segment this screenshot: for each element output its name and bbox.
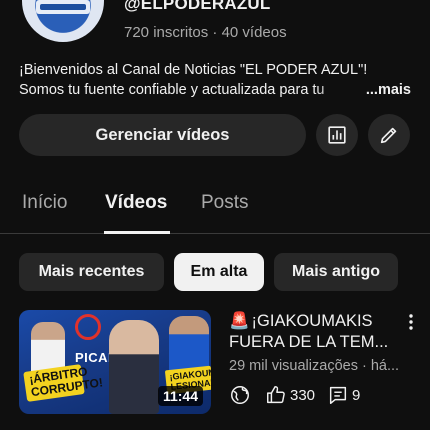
channel-handle: @ELPODERAZUL	[124, 0, 271, 13]
thumbnail-left-caption: ¡ÁRBITRO CORRUPTO!	[23, 364, 104, 402]
channel-stats: 720 inscritos · 40 vídeos	[124, 24, 287, 41]
comments: 9	[327, 384, 360, 406]
video-title-line-2: FUERA DE LA TEM...	[229, 333, 389, 351]
comment-count: 9	[352, 386, 361, 404]
chip-mais-antigo[interactable]: Mais antigo	[274, 253, 398, 291]
tab-videos[interactable]: Vídeos	[105, 192, 167, 214]
video-title-line-1: ¡GIAKOUMAKIS	[251, 312, 373, 330]
analytics-icon	[328, 126, 346, 144]
description-line-2: Somos tu fuente confiable y actualizada …	[19, 82, 325, 98]
channel-tabs: Início Vídeos Posts	[0, 178, 430, 234]
description-more-link[interactable]: ...mais	[366, 80, 411, 100]
analytics-button[interactable]	[316, 114, 358, 156]
video-thumbnail[interactable]: PICANTE ¡ÁRBITRO CORRUPTO! ¡GIAKOUMAKIS …	[19, 310, 211, 414]
tab-posts[interactable]: Posts	[201, 192, 249, 214]
comment-icon	[329, 386, 347, 404]
thumbnail-person-center	[109, 320, 159, 414]
subscriber-count: 720 inscritos	[124, 24, 209, 41]
video-stats: 330 9	[229, 383, 360, 407]
chip-mais-recentes[interactable]: Mais recentes	[19, 253, 164, 291]
video-menu-button[interactable]	[403, 312, 419, 332]
chip-em-alta[interactable]: Em alta	[174, 253, 264, 291]
edit-channel-button[interactable]	[368, 114, 410, 156]
description-line-1: ¡Bienvenidos al Canal de Noticias "EL PO…	[19, 62, 368, 78]
channel-header: @ELPODERAZUL 720 inscritos · 40 vídeos	[0, 0, 430, 50]
globe-icon	[231, 386, 249, 404]
video-views-age: 29 mil visualizações · há...	[229, 358, 400, 374]
tab-inicio[interactable]: Início	[22, 192, 67, 214]
thumbs-up-icon	[267, 386, 285, 404]
video-duration: 11:44	[157, 386, 203, 406]
manage-videos-button[interactable]: Gerenciar vídeos	[19, 114, 306, 156]
active-tab-indicator	[104, 231, 170, 234]
video-count: 40 vídeos	[221, 24, 287, 41]
video-title[interactable]: 🚨 ¡GIAKOUMAKIS FUERA DE LA TEM...	[229, 311, 399, 353]
siren-icon: 🚨	[229, 312, 250, 330]
channel-description[interactable]: ¡Bienvenidos al Canal de Noticias "EL PO…	[19, 60, 411, 100]
visibility-status	[229, 384, 265, 406]
more-vert-icon	[409, 314, 413, 330]
stats-separator: ·	[212, 24, 218, 41]
pencil-icon	[380, 127, 397, 144]
likes: 330	[265, 384, 327, 406]
like-count: 330	[290, 386, 316, 404]
thumbnail-highlight-circle	[75, 314, 101, 340]
avatar-banner	[36, 0, 90, 14]
channel-avatar[interactable]	[22, 0, 104, 42]
